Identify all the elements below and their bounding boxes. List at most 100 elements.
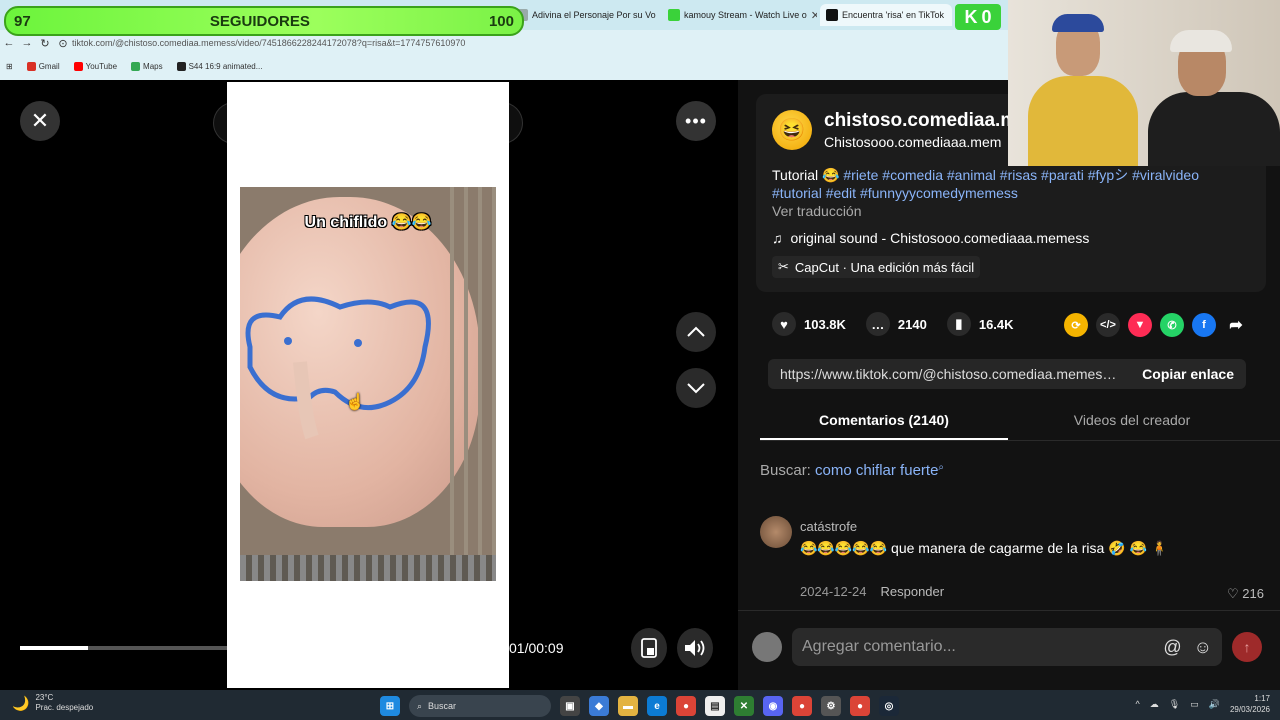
creator-username[interactable]: chistoso.comediaa.m <box>824 110 1017 132</box>
url-text[interactable]: tiktok.com/@chistoso.comediaa.memess/vid… <box>72 38 465 48</box>
share-arrow-icon[interactable]: ➦ <box>1224 313 1248 337</box>
commenter-name[interactable]: catástrofe <box>800 519 857 534</box>
related-search-link[interactable]: como chiflar fuerte <box>815 462 938 479</box>
maps-icon <box>131 61 141 71</box>
repost-icon[interactable]: ⟳ <box>1064 313 1088 337</box>
translate-link[interactable]: Ver traducción <box>772 203 862 219</box>
capcut-label: CapCut · Una edición más fácil <box>794 259 975 275</box>
reply-button[interactable]: Responder <box>881 584 945 599</box>
s-icon <box>176 61 186 71</box>
chrome-profile-icon[interactable]: ● <box>792 696 812 716</box>
next-video-button[interactable] <box>676 368 716 408</box>
copilot-icon[interactable]: ◆ <box>589 696 609 716</box>
bookmark-maps[interactable]: Maps <box>131 61 163 71</box>
bookmark-gmail[interactable]: Gmail <box>26 61 60 71</box>
embed-icon[interactable]: </> <box>1096 313 1120 337</box>
comment-like-count: 216 <box>1242 586 1264 601</box>
more-options-button[interactable]: ••• <box>676 101 716 141</box>
steam-icon[interactable]: ◎ <box>879 696 899 716</box>
post-comment-button[interactable]: ↑ <box>1232 632 1262 662</box>
capcut-badge[interactable]: ✂ CapCut · Una edición más fácil <box>772 256 981 278</box>
video-link[interactable]: https://www.tiktok.com/@chistoso.comedia… <box>780 366 1118 382</box>
bookmark-s44[interactable]: S44 16:9 animated... <box>176 61 263 71</box>
floating-player-button[interactable] <box>631 628 667 668</box>
streamer-right <box>1148 92 1280 166</box>
search-input[interactable] <box>228 114 465 132</box>
creator-handle[interactable]: Chistosooo.comediaaa.mem <box>824 134 1001 150</box>
my-avatar[interactable] <box>752 632 782 662</box>
whatsapp-icon[interactable]: ✆ <box>1160 313 1184 337</box>
taskbar-search[interactable]: ⌕ Buscar <box>409 695 551 717</box>
like-button[interactable]: ♥ 103.8K <box>772 312 846 336</box>
speaker-icon[interactable]: 🔊 <box>1209 699 1220 710</box>
reload-icon[interactable]: ↻ <box>36 37 54 50</box>
search-icon[interactable] <box>490 114 508 132</box>
copy-link-button[interactable]: Copiar enlace <box>1142 366 1234 382</box>
microphone-icon[interactable]: 🎙 <box>1169 699 1180 710</box>
network-icon[interactable]: ▭ <box>1190 699 1199 710</box>
chrome-icon-2[interactable]: ● <box>850 696 870 716</box>
address-bar[interactable]: ← → ↻ ⊙ tiktok.com/@chistoso.comediaa.me… <box>0 34 1008 52</box>
description-text: Tutorial 😂 <box>772 167 840 183</box>
creator-avatar[interactable]: 😆 <box>772 110 812 150</box>
browser-tab-active[interactable]: Encuentra 'risa' en TikTok <box>820 4 952 26</box>
clock[interactable]: 1:17 29/03/2026 <box>1230 693 1270 715</box>
facebook-icon[interactable]: f <box>1192 313 1216 337</box>
file-explorer-icon[interactable]: ▬ <box>618 696 638 716</box>
streamer-left <box>1028 76 1138 166</box>
comment-tabs: Comentarios (2140) Videos del creador <box>760 405 1280 441</box>
progress-fill <box>20 646 89 650</box>
edge-icon[interactable]: e <box>647 696 667 716</box>
mention-icon[interactable]: @ <box>1163 637 1181 658</box>
comment-input[interactable]: Agregar comentario... @ ☺ <box>792 628 1222 666</box>
comment-count: 2140 <box>897 316 927 332</box>
weather-moon-icon: 🌙 <box>12 695 30 711</box>
tray-chevron-icon[interactable]: ^ <box>1136 699 1140 709</box>
capcut-icon: ✂ <box>778 259 789 274</box>
video-search-bar[interactable] <box>213 102 523 144</box>
tab-label: kamouy Stream - Watch Live o <box>684 10 807 20</box>
previous-video-button[interactable] <box>676 312 716 352</box>
streamer-right-cap <box>1170 30 1232 52</box>
site-info-icon[interactable]: ⊙ <box>54 37 72 50</box>
commenter-avatar[interactable] <box>760 516 792 548</box>
bookmark-youtube[interactable]: YouTube <box>73 61 117 71</box>
close-tab-icon[interactable]: ✕ <box>811 9 817 22</box>
tab-comments[interactable]: Comentarios (2140) <box>760 405 1008 440</box>
taskbar-search-label: Buscar <box>428 701 457 711</box>
save-button[interactable]: ▮ 16.4K <box>946 312 1014 336</box>
apps-icon[interactable]: ⊞ <box>6 62 13 71</box>
bookmark-label: Gmail <box>38 61 60 71</box>
back-icon[interactable]: ← <box>0 37 18 49</box>
chrome-icon[interactable]: ● <box>676 696 696 716</box>
video-progress-bar[interactable] <box>20 646 227 650</box>
followers-current: 97 <box>14 12 31 30</box>
close-button[interactable]: ✕ <box>20 101 60 141</box>
tab-creator-videos[interactable]: Videos del creador <box>1008 405 1256 440</box>
browser-tab[interactable]: Adivina el Personaje Por su Vo ✕ <box>510 4 660 26</box>
comment-like-button[interactable]: ♡ 216 <box>1227 586 1264 602</box>
video-frame[interactable]: Un chiflido 😂😂 <box>240 187 496 581</box>
xbox-icon[interactable]: ✕ <box>734 696 754 716</box>
tab-label: Adivina el Personaje Por su Vo <box>532 10 656 20</box>
pip-icon <box>641 638 657 658</box>
kick-logo: K <box>964 6 978 27</box>
task-view-icon[interactable]: ▣ <box>560 696 580 716</box>
send-icon[interactable]: ▼ <box>1128 313 1152 337</box>
tray-app-icon[interactable]: ☁ <box>1150 699 1159 710</box>
volume-button[interactable] <box>677 628 713 668</box>
emoji-icon[interactable]: ☺ <box>1194 637 1212 658</box>
bookmark-label: S44 16:9 animated... <box>188 61 263 71</box>
windows-start-icon[interactable]: ⊞ <box>380 696 400 716</box>
sound-link[interactable]: ♫ original sound - Chistosooo.comediaaa.… <box>772 230 1089 246</box>
browser-tab[interactable]: kamouy Stream - Watch Live o ✕ <box>662 4 817 26</box>
weather-widget[interactable]: 🌙 23°C Prac. despejado <box>12 693 93 713</box>
kick-icon <box>668 9 680 21</box>
like-count: 103.8K <box>804 316 846 332</box>
discord-icon[interactable]: ◉ <box>763 696 783 716</box>
comment-button[interactable]: … 2140 <box>865 312 927 336</box>
settings-icon[interactable]: ⚙ <box>821 696 841 716</box>
clock-date: 29/03/2026 <box>1229 705 1270 714</box>
store-icon[interactable]: ▤ <box>705 696 725 716</box>
forward-icon[interactable]: → <box>18 37 36 49</box>
